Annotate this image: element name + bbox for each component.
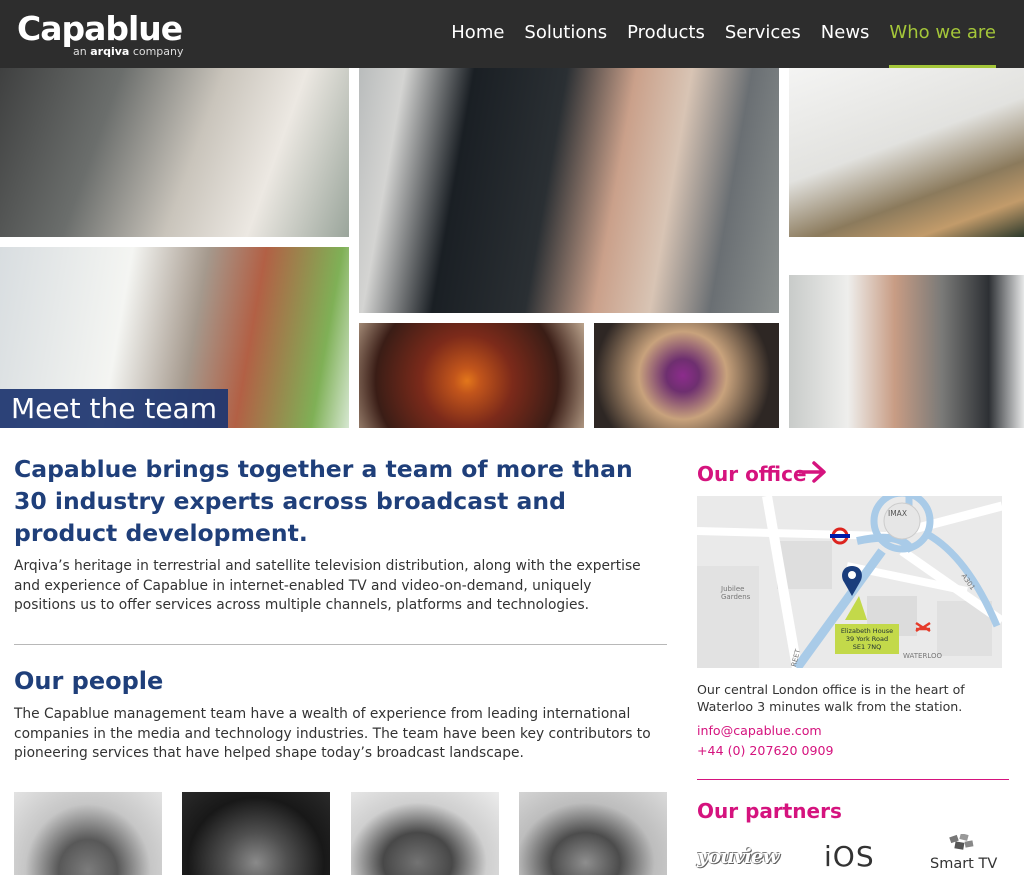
our-partners-heading: Our partners: [697, 799, 842, 823]
meet-the-team-caption: Meet the team: [0, 389, 228, 428]
person-photo[interactable]: [14, 792, 162, 875]
nav-item-news[interactable]: News: [821, 0, 870, 68]
team-photo-smiling-man: [789, 275, 1024, 428]
map-label-jubilee: Jubilee Gardens: [721, 585, 751, 601]
partner-logo-ios[interactable]: iOS: [824, 838, 875, 875]
smart-tv-label: Smart TV: [930, 856, 998, 872]
map-address-box: Elizabeth House 39 York Road SE1 7NQ: [835, 624, 899, 654]
office-description: Our central London office is in the hear…: [697, 682, 965, 714]
sidebar-divider: [697, 779, 1009, 780]
office-phone-link[interactable]: +44 (0) 207620 0909: [697, 743, 834, 759]
nav-item-solutions[interactable]: Solutions: [524, 0, 607, 68]
arrow-right-icon[interactable]: [797, 458, 831, 486]
logo-wordmark: Capablue: [17, 9, 183, 48]
our-people-heading: Our people: [14, 667, 164, 695]
team-photo-bearded-man: [359, 68, 779, 313]
nav-item-products[interactable]: Products: [627, 0, 705, 68]
smart-tv-icon: [949, 834, 974, 850]
nav-item-home[interactable]: Home: [451, 0, 504, 68]
person-photo[interactable]: [519, 792, 667, 875]
our-people-body: The Capablue management team have a weal…: [14, 706, 651, 761]
team-photo-office-thinking: [0, 68, 349, 237]
nav-item-services[interactable]: Services: [725, 0, 801, 68]
team-photo-goldfish: [359, 323, 584, 428]
person-photo[interactable]: [351, 792, 499, 875]
main-nav: Home Solutions Products Services News Wh…: [431, 0, 996, 68]
intro-body: Arqiva’s heritage in terrestrial and sat…: [14, 558, 641, 613]
map-label-imax: IMAX: [888, 509, 907, 518]
map-label-waterloo: WATERLOO: [903, 652, 943, 660]
logo-tagline: an arqiva company: [73, 45, 184, 58]
partner-logo-smart-tv[interactable]: Smart TV: [930, 834, 1005, 875]
our-office-heading[interactable]: Our office: [697, 460, 807, 488]
team-photo-figurine: [594, 323, 779, 428]
intro-heading: Capablue brings together a team of more …: [14, 455, 633, 547]
section-divider: [14, 644, 667, 645]
person-photo[interactable]: [182, 792, 330, 875]
partner-logo-youview[interactable]: youview: [697, 838, 780, 875]
nav-item-who-we-are[interactable]: Who we are: [889, 0, 996, 68]
team-photo-whiteboard: [789, 68, 1024, 237]
site-logo[interactable]: Capablue an arqiva company: [17, 9, 184, 59]
office-map[interactable]: IMAX Jubilee Gardens A301 WATERLOO REET E…: [697, 496, 1002, 668]
office-email-link[interactable]: info@capablue.com: [697, 723, 822, 739]
site-header: Capablue an arqiva company Home Solution…: [0, 0, 1024, 68]
